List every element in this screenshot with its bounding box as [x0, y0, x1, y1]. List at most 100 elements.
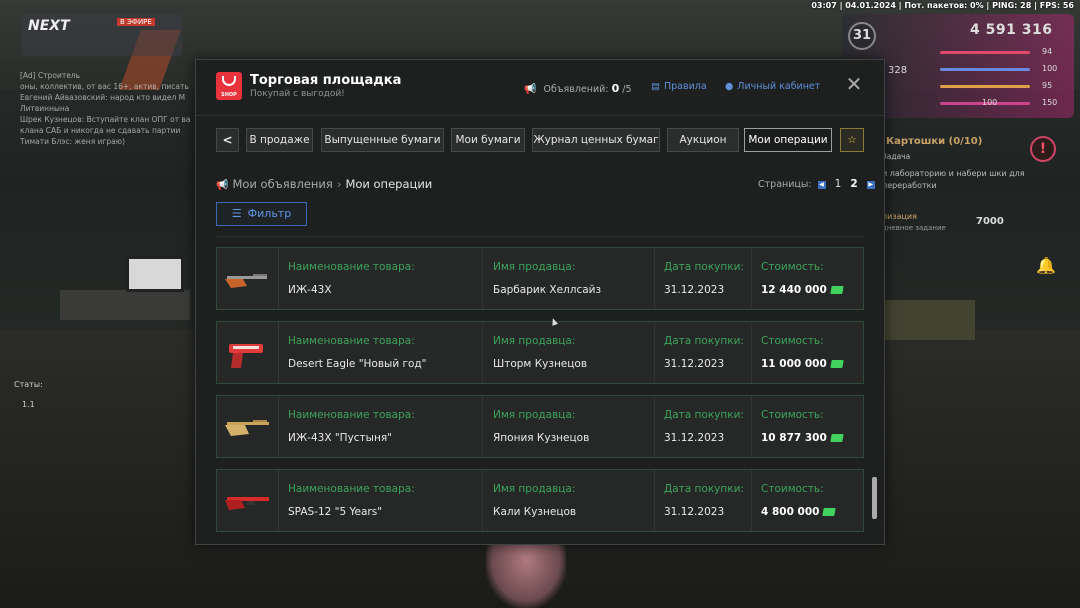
- megaphone-icon: 📢: [524, 84, 537, 95]
- chat-log: [Ad] Строитель оны, коллектив, от вас 16…: [20, 70, 210, 147]
- panel-header: SHOP Торговая площадка Покупай с выгодой…: [196, 60, 884, 116]
- armor-bar: [940, 68, 1030, 71]
- scrollbar[interactable]: [872, 247, 877, 537]
- shotgun-desert-icon: [225, 420, 269, 436]
- cash-icon: [822, 508, 837, 516]
- purchase-date: 31.12.2023: [664, 506, 725, 518]
- close-button[interactable]: ✕: [844, 74, 864, 94]
- operation-row[interactable]: Наименование товара: SPAS-12 "5 Years" Им…: [216, 469, 864, 532]
- armor-value: 100: [1042, 64, 1058, 73]
- item-name: ИЖ-43Х: [288, 284, 332, 296]
- chat-line: Тимати Блэс: женя играю): [20, 137, 126, 146]
- price-amount: 10 877 300: [761, 432, 827, 444]
- page-2[interactable]: 2: [850, 178, 857, 190]
- shop-logo-text: SHOP: [221, 92, 237, 98]
- operation-row[interactable]: Наименование товара: ИЖ-43Х Имя продавца:…: [216, 247, 864, 310]
- date-label: Дата покупки:: [664, 483, 744, 495]
- tab-auction[interactable]: Аукцион: [667, 128, 739, 152]
- chat-line: Литвиннына: [20, 104, 70, 113]
- purchase-date: 31.12.2023: [664, 284, 725, 296]
- price-amount: 11 000 000: [761, 358, 827, 370]
- price-label: Стоимость:: [761, 409, 824, 421]
- hud-money: 4 591 316: [970, 22, 1053, 38]
- tab-on-sale[interactable]: В продаже: [246, 128, 313, 152]
- shotgun-red-icon: [225, 497, 269, 510]
- scroll-thumb[interactable]: [872, 477, 877, 519]
- health-value: 94: [1042, 47, 1053, 56]
- date-label: Дата покупки:: [664, 261, 744, 273]
- favorites-star-icon[interactable]: ☆: [840, 128, 864, 152]
- seller-name: Шторм Кузнецов: [493, 358, 588, 370]
- chat-line: [Ad] Строитель: [20, 71, 81, 80]
- stats-label: Статы:: [14, 380, 43, 389]
- hud-level-badge: 31: [848, 22, 876, 50]
- page-1[interactable]: 1: [835, 178, 842, 190]
- pagination: Страницы: ◀ 1 2 ▶: [758, 178, 878, 190]
- seller-name: Кали Кузнецов: [493, 506, 577, 518]
- quest-title: Картошки (0/10): [886, 136, 983, 147]
- rules-link[interactable]: ▤ Правила: [651, 81, 707, 92]
- quest-reward: 7000: [976, 216, 1004, 227]
- rules-link-label: Правила: [663, 81, 707, 92]
- operations-list: Наименование товара: ИЖ-43Х Имя продавца:…: [216, 247, 864, 535]
- back-button[interactable]: <: [216, 128, 239, 152]
- operation-row[interactable]: Наименование товара: ИЖ-43Х "Пустыня" Имя…: [216, 395, 864, 458]
- bell-icon[interactable]: 🔔: [1036, 256, 1056, 275]
- quest-subtitle: Задача: [882, 152, 911, 161]
- quest-panel: Картошки (0/10) Задача и лабораторию и н…: [868, 130, 1080, 240]
- purchase-date: 31.12.2023: [664, 358, 725, 370]
- breadcrumb-root[interactable]: Мои объявления: [232, 177, 332, 191]
- prev-page-icon[interactable]: ◀: [817, 180, 826, 189]
- player-character: [486, 540, 566, 608]
- quest-description: и лабораторию и набери шки для переработ…: [882, 169, 1025, 190]
- seller-label: Имя продавца:: [493, 483, 576, 495]
- tab-issued-papers[interactable]: Выпущенные бумаги: [321, 128, 444, 152]
- chevron-right-icon: ›: [336, 177, 342, 191]
- tab-my-operations[interactable]: Мои операции: [744, 128, 832, 152]
- chat-line: клана САБ и никогда не сдавать партии: [20, 126, 181, 135]
- price-value: 4 800 000: [761, 506, 837, 518]
- cabinet-link-label: Личный кабинет: [737, 81, 821, 92]
- item-name: Desert Eagle "Новый год": [288, 358, 427, 370]
- item-name-label: Наименование товара:: [288, 483, 415, 495]
- price-label: Стоимость:: [761, 261, 824, 273]
- divider: [216, 236, 864, 237]
- seller-label: Имя продавца:: [493, 335, 576, 347]
- price-value: 12 440 000: [761, 284, 844, 296]
- ads-total: /5: [622, 84, 632, 95]
- date-label: Дата покупки:: [664, 335, 744, 347]
- ads-counter: 📢 Объявлений: 0 /5: [524, 82, 632, 95]
- alert-icon[interactable]: !: [1030, 136, 1056, 162]
- chat-line: Шрек Кузнецов: Вступайте клан ОПГ от ва: [20, 115, 191, 124]
- panel-title: Торговая площадка: [250, 73, 402, 88]
- cabinet-link[interactable]: ● Личный кабинет: [725, 81, 820, 92]
- marketplace-window: SHOP Торговая площадка Покупай с выгодой…: [195, 59, 885, 545]
- price-amount: 4 800 000: [761, 506, 820, 518]
- seller-label: Имя продавца:: [493, 261, 576, 273]
- next-page-icon[interactable]: ▶: [866, 180, 875, 189]
- price-value: 10 877 300: [761, 432, 844, 444]
- tab-my-papers[interactable]: Мои бумаги: [451, 128, 525, 152]
- item-thumbnail: [217, 322, 279, 383]
- item-name: ИЖ-43Х "Пустыня": [288, 432, 392, 444]
- megaphone-icon: 📢: [216, 180, 229, 191]
- server-name: NEXT: [28, 18, 70, 34]
- tab-securities-journal[interactable]: Журнал ценных бумаг: [532, 128, 660, 152]
- document-icon: ▤: [651, 81, 660, 92]
- price-value: 11 000 000: [761, 358, 844, 370]
- health-bar: [940, 51, 1030, 54]
- hud-status-line: 03:07 | 04.01.2024 | Пот. пакетов: 0% | …: [811, 1, 1074, 10]
- crate: [885, 300, 975, 340]
- chat-line: Евгений Айвазовский: народ кто видел М: [20, 93, 186, 102]
- sliders-icon: ☰: [231, 207, 242, 220]
- item-name-label: Наименование товара:: [288, 409, 415, 421]
- user-icon: ●: [725, 81, 734, 92]
- seller-name: Япония Кузнецов: [493, 432, 590, 444]
- date-label: Дата покупки:: [664, 409, 744, 421]
- shotgun-orange-icon: [225, 274, 267, 288]
- shop-logo-icon: SHOP: [216, 72, 242, 100]
- operation-row[interactable]: Наименование товара: Desert Eagle "Новый …: [216, 321, 864, 384]
- filter-button[interactable]: ☰ Фильтр: [216, 202, 307, 226]
- quest-reward-sub: дневное задание: [882, 224, 946, 232]
- live-badge: В ЭФИРЕ: [117, 18, 155, 26]
